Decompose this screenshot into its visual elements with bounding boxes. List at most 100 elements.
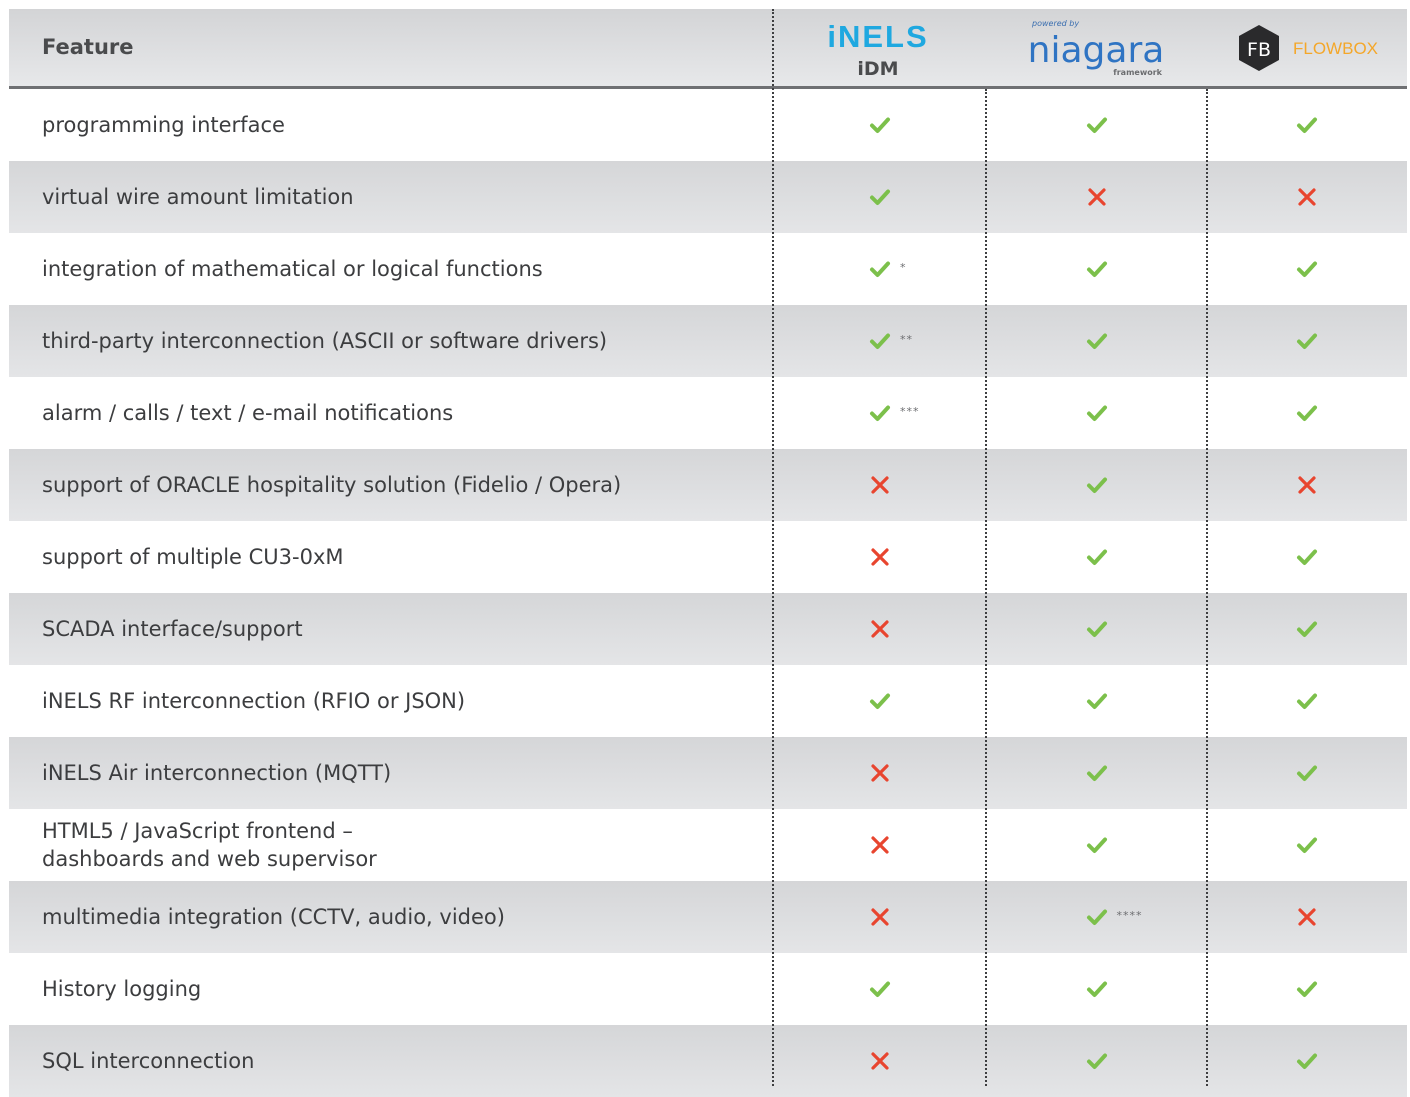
inels-idm-logo: iNELS iDM: [774, 9, 986, 86]
value-cell: [1207, 449, 1407, 521]
table-row: SQL interconnection: [9, 1025, 1407, 1097]
check-icon: [1086, 549, 1107, 565]
flowbox-brand-text: FLOWBOX: [1293, 39, 1378, 58]
cross-icon: [1298, 188, 1316, 206]
check-icon: [1086, 837, 1107, 853]
value-cell: [1207, 737, 1407, 809]
feature-label: multimedia integration (CCTV, audio, vid…: [42, 905, 505, 929]
value-cell: [986, 89, 1207, 161]
table-row: third-party interconnection (ASCII or so…: [9, 305, 1407, 377]
table-row: integration of mathematical or logical f…: [9, 233, 1407, 305]
value-cell: [1207, 881, 1407, 953]
niagara-sub-text: framework: [1113, 68, 1162, 77]
table-row: SCADA interface/support: [9, 593, 1407, 665]
table-row: support of ORACLE hospitality solution (…: [9, 449, 1407, 521]
value-cell: [986, 161, 1207, 233]
value-cell: [774, 953, 986, 1025]
check-icon: [1297, 765, 1317, 781]
cross-icon: [871, 836, 889, 854]
value-cell: [1207, 89, 1407, 161]
feature-label: HTML5 / JavaScript frontend – dashboards…: [42, 819, 377, 871]
check-icon: [1297, 621, 1317, 637]
value-cell: [774, 665, 986, 737]
check-icon: [1297, 549, 1317, 565]
feature-label: alarm / calls / text / e-mail notificati…: [42, 401, 454, 425]
check-icon: [870, 981, 890, 997]
cross-icon: [1087, 188, 1106, 206]
value-cell: [774, 1025, 986, 1097]
cross-icon: [871, 620, 889, 638]
value-cell: [1207, 233, 1407, 305]
value-cell: [774, 809, 986, 881]
feature-label: support of ORACLE hospitality solution (…: [42, 473, 622, 497]
check-icon: [1086, 405, 1107, 421]
value-cell: [986, 377, 1207, 449]
table-row: alarm / calls / text / e-mail notificati…: [9, 377, 1407, 449]
value-cell: [1207, 305, 1407, 377]
value-cell: [986, 1025, 1207, 1097]
check-icon: [870, 261, 890, 277]
flowbox-badge-text: FB: [1247, 39, 1271, 61]
feature-label: virtual wire amount limitation: [42, 185, 354, 209]
table-header: Feature iNELS iDM powered by niagara fra…: [9, 9, 1407, 89]
value-cell: [774, 593, 986, 665]
feature-label: integration of mathematical or logical f…: [42, 257, 543, 281]
value-cell: *: [774, 233, 986, 305]
cross-icon: [1298, 908, 1316, 926]
footnote-marker: ***: [900, 405, 920, 418]
footnote-marker: ****: [1116, 909, 1143, 922]
column-divider-1: [772, 9, 774, 1086]
check-icon: [1297, 117, 1317, 133]
table-row: virtual wire amount limitation: [9, 161, 1407, 233]
value-cell: [986, 305, 1207, 377]
value-cell: [1207, 377, 1407, 449]
value-cell: [986, 953, 1207, 1025]
value-cell: [774, 521, 986, 593]
check-icon: [1086, 261, 1107, 277]
feature-label: SCADA interface/support: [42, 617, 303, 641]
check-icon: [1086, 117, 1107, 133]
table-row: History logging: [9, 953, 1407, 1025]
value-cell: ****: [986, 881, 1207, 953]
feature-label: SQL interconnection: [42, 1049, 255, 1073]
check-icon: [1086, 477, 1107, 493]
cross-icon: [871, 476, 889, 494]
value-cell: [774, 161, 986, 233]
table-body: programming interface virtual wire amount…: [9, 89, 1407, 1097]
feature-label: iNELS RF interconnection (RFIO or JSON): [42, 689, 466, 713]
check-icon: [870, 333, 890, 349]
value-cell: **: [774, 305, 986, 377]
value-cell: [774, 89, 986, 161]
footnote-marker: *: [900, 261, 907, 274]
check-icon: [870, 117, 890, 133]
table-row: iNELS Air interconnection (MQTT): [9, 737, 1407, 809]
comparison-table: Feature iNELS iDM powered by niagara fra…: [9, 9, 1407, 1097]
value-cell: [774, 881, 986, 953]
feature-label: History logging: [42, 977, 202, 1001]
check-icon: [1297, 405, 1317, 421]
inels-brand-text: iNELS: [827, 19, 928, 54]
footnote-marker: **: [900, 333, 913, 346]
value-cell: [1207, 161, 1407, 233]
value-cell: [1207, 953, 1407, 1025]
column-divider-2: [985, 89, 987, 1086]
table-row: support of multiple CU3-0xM: [9, 521, 1407, 593]
value-cell: ***: [774, 377, 986, 449]
idm-sub-text: iDM: [857, 58, 898, 80]
value-cell: [986, 737, 1207, 809]
niagara-brand-text: niagara: [1028, 30, 1165, 71]
value-cell: [774, 737, 986, 809]
check-icon: [1297, 261, 1317, 277]
value-cell: [1207, 1025, 1407, 1097]
value-cell: [1207, 809, 1407, 881]
check-icon: [1086, 621, 1107, 637]
cross-icon: [871, 908, 889, 926]
feature-label: support of multiple CU3-0xM: [42, 545, 344, 569]
value-cell: [986, 665, 1207, 737]
value-cell: [986, 233, 1207, 305]
check-icon: [1086, 981, 1107, 997]
check-icon: [1086, 765, 1107, 781]
value-cell: [1207, 521, 1407, 593]
cross-icon: [871, 1052, 889, 1070]
cross-icon: [871, 764, 889, 782]
